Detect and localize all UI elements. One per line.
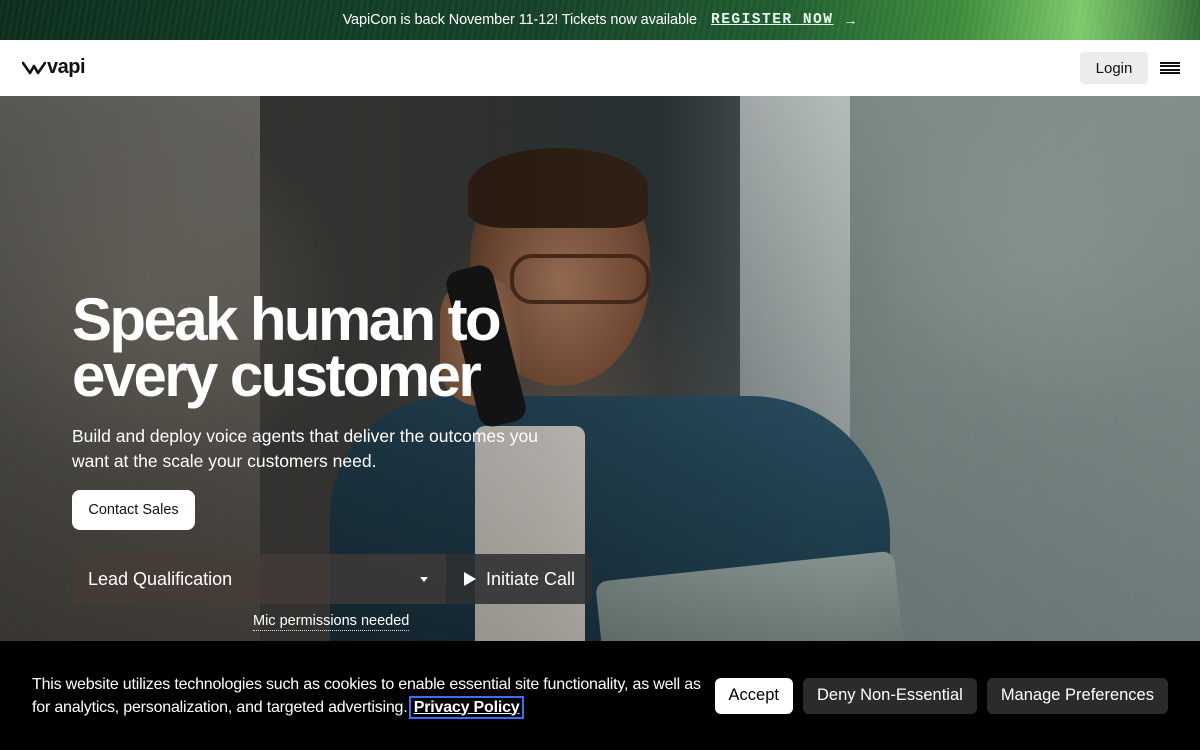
register-now-link[interactable]: REGISTER NOW <box>711 12 833 28</box>
hamburger-menu-icon[interactable] <box>1160 60 1180 76</box>
cookie-message: This website utilizes technologies such … <box>32 673 712 719</box>
manage-preferences-button[interactable]: Manage Preferences <box>986 677 1168 714</box>
cookie-actions: Accept Deny Non-Essential Manage Prefere… <box>714 677 1168 714</box>
vapi-logo-mark-icon <box>22 61 46 75</box>
accept-cookies-button[interactable]: Accept <box>714 677 793 714</box>
privacy-policy-link[interactable]: Privacy Policy <box>408 695 525 719</box>
hero-section: Speak human to every customer Build and … <box>0 96 1200 641</box>
logo-text: vapi <box>47 55 86 78</box>
arrow-right-icon: → <box>843 12 858 28</box>
chevron-down-icon <box>420 576 428 582</box>
top-navigation: vapi Login <box>0 40 1200 96</box>
cookie-banner: This website utilizes technologies such … <box>0 641 1200 750</box>
demo-scenario-select[interactable]: Lead Qualification <box>72 554 446 604</box>
vapi-logo[interactable]: vapi <box>22 55 86 79</box>
announcement-bar: VapiCon is back November 11-12! Tickets … <box>0 0 1200 40</box>
mic-permissions-note[interactable]: Mic permissions needed <box>253 613 410 631</box>
hero-subheadline: Build and deploy voice agents that deliv… <box>72 426 538 471</box>
demo-scenario-value: Lead Qualification <box>88 568 233 589</box>
cookie-text: This website utilizes technologies such … <box>32 675 701 716</box>
deny-non-essential-button[interactable]: Deny Non-Essential <box>802 677 977 714</box>
initiate-call-button[interactable]: Initiate Call <box>446 554 592 604</box>
hero-headline: Speak human to every customer <box>72 286 502 409</box>
contact-sales-button[interactable]: Contact Sales <box>72 490 195 530</box>
announcement-text: VapiCon is back November 11-12! Tickets … <box>342 12 698 28</box>
login-button[interactable]: Login <box>1080 52 1148 84</box>
initiate-call-label: Initiate Call <box>486 568 576 589</box>
voice-demo-widget: Lead Qualification Initiate Call <box>72 554 592 604</box>
play-icon <box>464 572 476 586</box>
